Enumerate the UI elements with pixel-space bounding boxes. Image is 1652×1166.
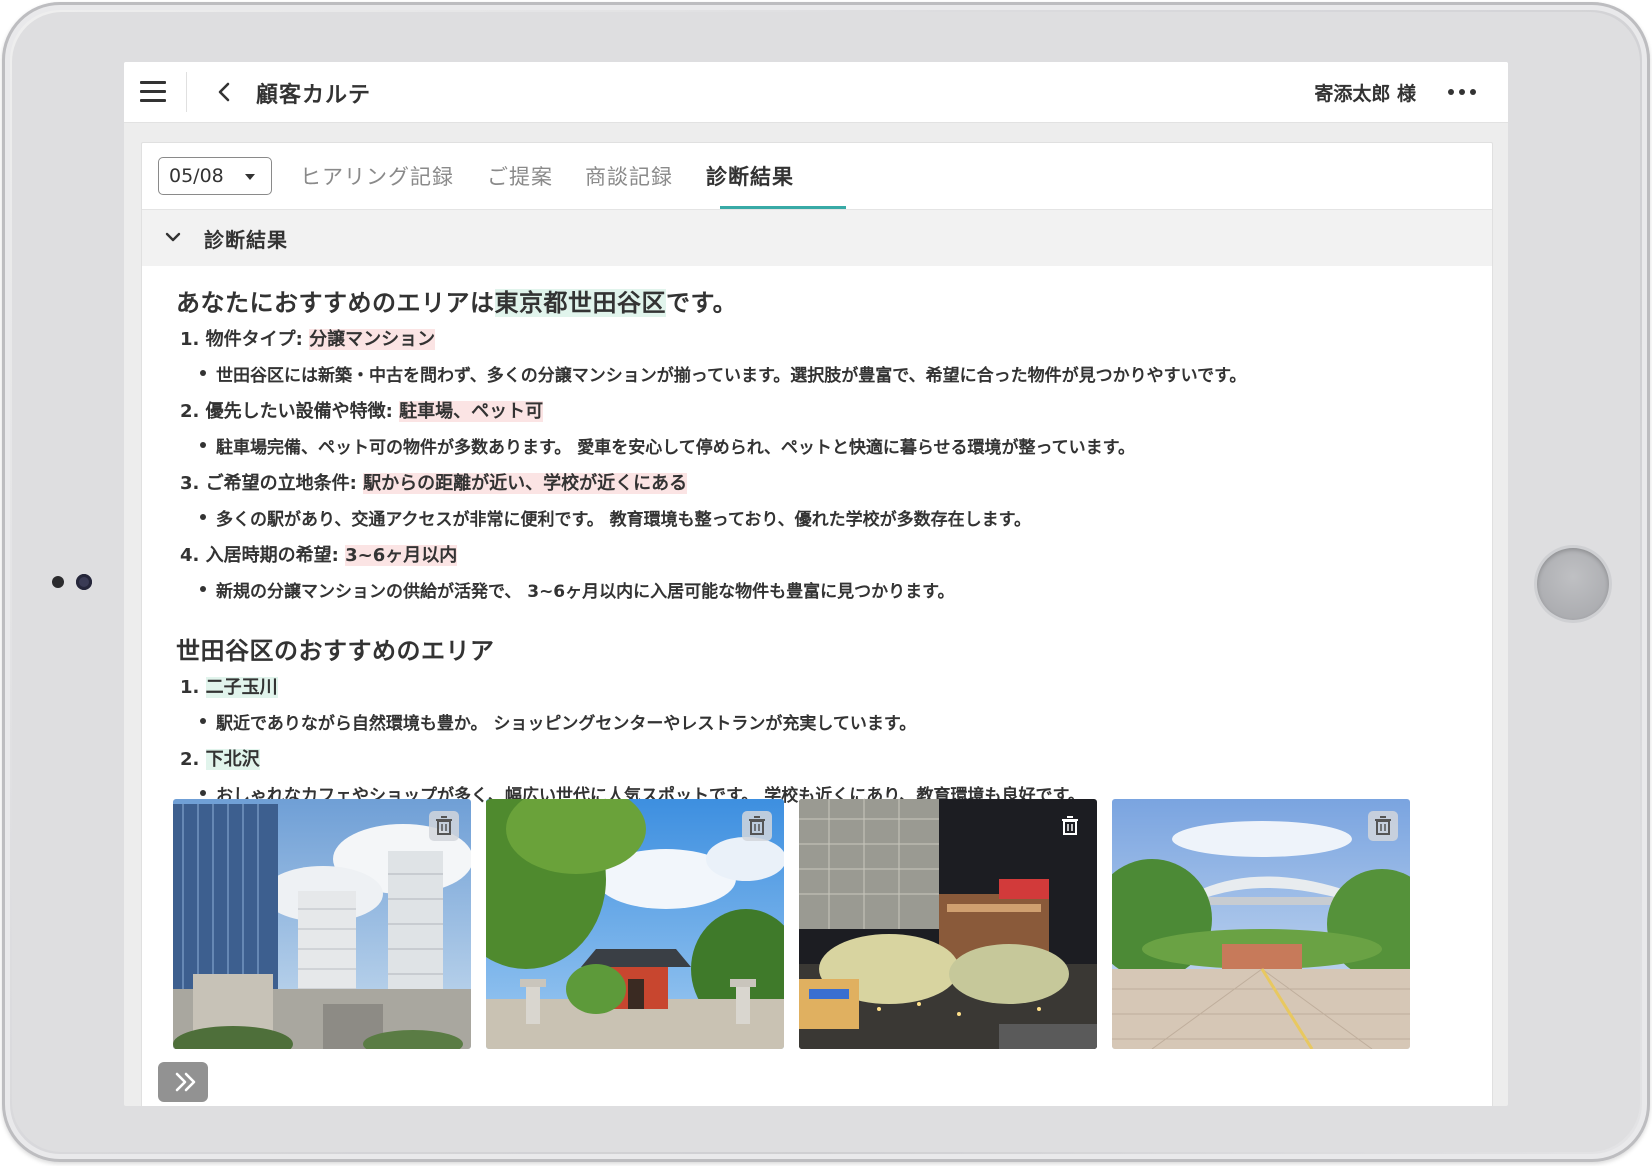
back-icon[interactable] (214, 80, 236, 104)
item-detail: 駅近でありながら自然環境も豊か。 ショッピングセンターやレストランが充実していま… (199, 709, 916, 734)
camera-lens-icon (76, 574, 92, 590)
divider (186, 72, 187, 112)
list-item: 2. 優先したい設備や特徴: 駐車場、ペット可 (180, 397, 544, 423)
chevron-down-icon (164, 228, 182, 246)
tab-negotiation[interactable]: 商談記録 (585, 161, 673, 191)
trash-icon[interactable] (1368, 811, 1398, 841)
date-select-value: 05/08 (169, 165, 224, 187)
trash-icon[interactable] (742, 811, 772, 841)
item-value: 3~6ヶ月以内 (345, 545, 458, 566)
item-detail: 新規の分譲マンションの供給が活発で、 3~6ヶ月以内に入居可能な物件も豊富に見つ… (199, 577, 954, 602)
caret-down-icon (245, 174, 255, 180)
trash-icon[interactable] (429, 811, 459, 841)
trash-icon[interactable] (1055, 811, 1085, 841)
list-item: 1. 二子玉川 (180, 673, 278, 699)
photo-gallery (173, 799, 1413, 1049)
screen: 顧客カルテ 寄添太郎 様 05/08 ヒアリング記録 ご提案 商談記録 診断結果… (124, 62, 1508, 1106)
section-header-toggle[interactable]: 診断結果 (142, 210, 1492, 266)
section-title: 診断結果 (204, 228, 288, 252)
item-value: 二子玉川 (205, 677, 278, 698)
home-button[interactable] (1537, 548, 1609, 620)
app-bar: 顧客カルテ 寄添太郎 様 (124, 62, 1508, 123)
page-title: 顧客カルテ (256, 83, 372, 108)
photo-towers[interactable] (173, 799, 471, 1049)
camera-sensor-icon (52, 576, 64, 588)
tab-hearing[interactable]: ヒアリング記録 (300, 161, 454, 191)
list-item: 4. 入居時期の希望: 3~6ヶ月以内 (180, 541, 458, 567)
menu-icon[interactable] (140, 81, 166, 103)
tab-bar: 05/08 ヒアリング記録 ご提案 商談記録 診断結果 (142, 143, 1492, 210)
heading-suffix: です。 (666, 289, 738, 317)
item-value: 駅からの距離が近い、学校が近くにある (363, 473, 688, 494)
content-card: 05/08 ヒアリング記録 ご提案 商談記録 診断結果 診断結果 あなたにおすす… (141, 142, 1493, 1106)
more-icon[interactable] (1448, 82, 1478, 102)
list-item: 1. 物件タイプ: 分譲マンション (180, 325, 436, 351)
photo-station-night[interactable] (799, 799, 1097, 1049)
photo-shrine[interactable] (486, 799, 784, 1049)
item-detail: 世田谷区には新築・中古を問わず、多くの分譲マンションが揃っています。選択肢が豊富… (199, 361, 1246, 386)
item-detail: 駐車場完備、ペット可の物件が多数あります。 愛車を安心して停められ、ペットと快適… (200, 433, 1135, 458)
active-tab-indicator (720, 206, 846, 209)
date-select[interactable]: 05/08 (158, 157, 272, 195)
photo-park-plaza[interactable] (1112, 799, 1410, 1049)
tab-diagnosis[interactable]: 診断結果 (706, 161, 794, 191)
customer-name: 寄添太郎 様 (1314, 83, 1416, 105)
list-item: 3. ご希望の立地条件: 駅からの距離が近い、学校が近くにある (180, 469, 688, 495)
item-label: 1. (180, 677, 206, 698)
diagnosis-heading: あなたにおすすめのエリアは東京都世田谷区です。 (176, 283, 737, 318)
item-label: 3. ご希望の立地条件: (180, 473, 364, 494)
item-value: 下北沢 (205, 749, 260, 770)
list-item: 2. 下北沢 (180, 745, 260, 771)
item-label: 2. 優先したい設備や特徴: (180, 401, 400, 422)
item-value: 分譲マンション (309, 329, 436, 350)
heading-prefix: あなたにおすすめのエリアは (176, 289, 495, 317)
areas-heading: 世田谷区のおすすめのエリア (176, 637, 495, 665)
item-value: 駐車場、ペット可 (399, 401, 544, 422)
recommended-area: 東京都世田谷区 (494, 289, 666, 317)
item-label: 4. 入居時期の希望: (180, 545, 346, 566)
item-label: 1. 物件タイプ: (180, 329, 310, 350)
tab-proposal[interactable]: ご提案 (487, 161, 553, 191)
expand-icon[interactable] (158, 1062, 208, 1102)
item-label: 2. (180, 749, 206, 770)
item-detail: 多くの駅があり、交通アクセスが非常に便利です。 教育環境も整っており、優れた学校… (200, 505, 1031, 530)
